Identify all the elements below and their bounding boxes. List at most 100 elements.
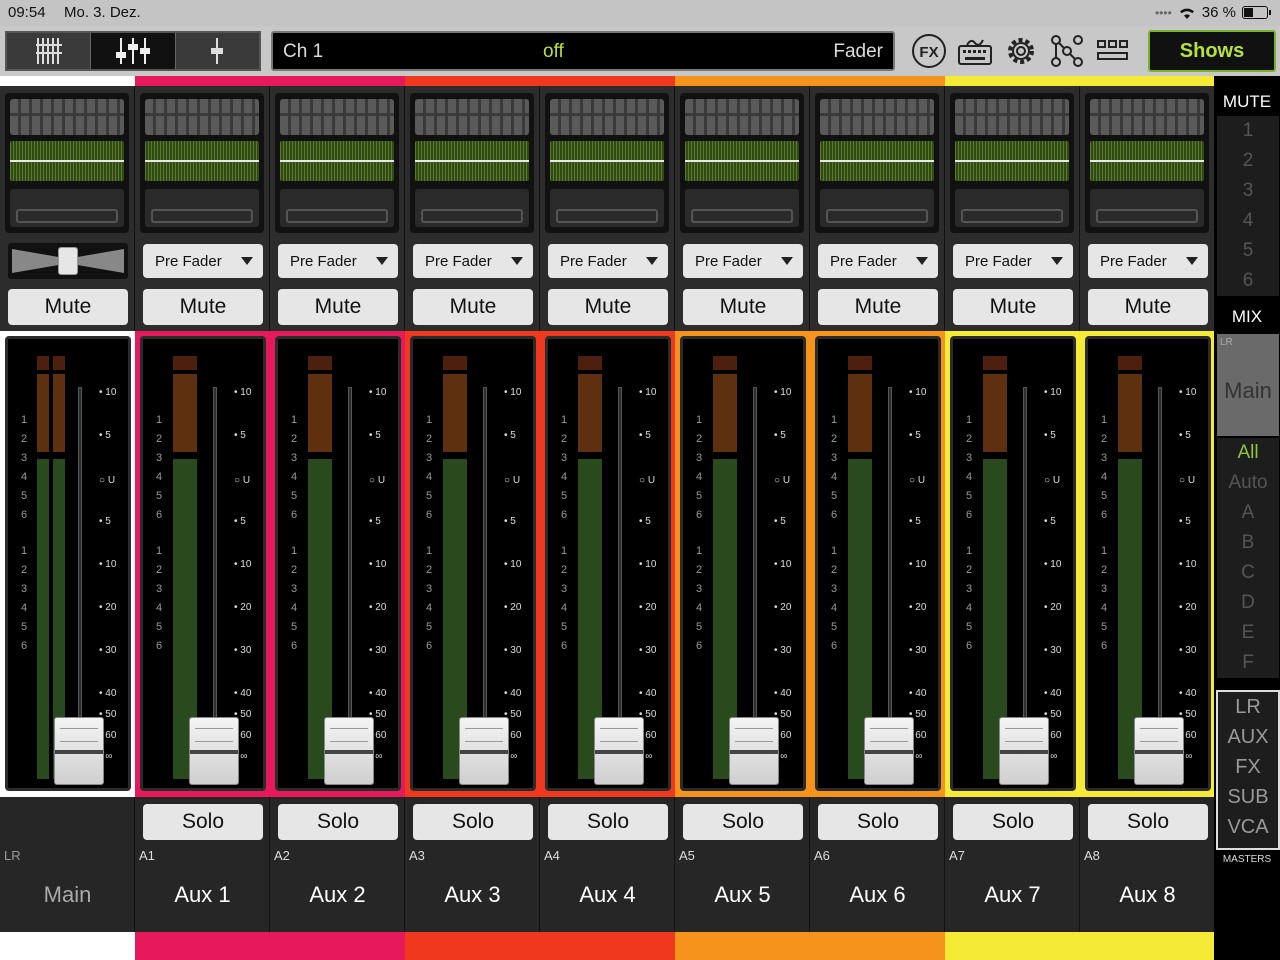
single-fader-button[interactable] (176, 33, 259, 69)
solo-button[interactable]: Solo (1088, 804, 1208, 840)
filter-a[interactable]: A (1217, 498, 1279, 528)
send-mode-select[interactable]: Pre Fader (413, 244, 533, 278)
fader-track[interactable] (78, 387, 82, 737)
fader-scale-mark: • 10 (234, 387, 252, 398)
filter-all[interactable]: All (1217, 438, 1279, 468)
send-mode-select[interactable]: Pre Fader (818, 244, 938, 278)
fader-track[interactable] (483, 387, 487, 737)
fader-cap[interactable] (459, 717, 509, 785)
mute-group-4[interactable]: 4 (1217, 206, 1279, 236)
channel-faders-button[interactable] (91, 33, 176, 69)
strip-name[interactable]: Aux 1 (135, 882, 270, 908)
mute-group-2[interactable]: 2 (1217, 146, 1279, 176)
eq-display[interactable] (410, 93, 534, 233)
strip-name[interactable]: Aux 7 (945, 882, 1080, 908)
shows-button[interactable]: Shows (1148, 30, 1276, 72)
solo-button[interactable]: Solo (143, 804, 263, 840)
strip-name[interactable]: Aux 5 (675, 882, 810, 908)
fader-cap[interactable] (189, 717, 239, 785)
channel-display[interactable]: Ch 1 off Fader (271, 31, 895, 71)
strip-name[interactable]: Main (0, 882, 135, 908)
filter-d[interactable]: D (1217, 588, 1279, 618)
filter-f[interactable]: F (1217, 648, 1279, 678)
fader-track[interactable] (213, 387, 217, 737)
strip-name[interactable]: Aux 8 (1080, 882, 1215, 908)
strip-name[interactable]: Aux 4 (540, 882, 675, 908)
fader-track[interactable] (753, 387, 757, 737)
mute-button[interactable]: Mute (8, 289, 128, 325)
eq-display[interactable] (545, 93, 669, 233)
layout-button[interactable] (1094, 32, 1132, 70)
fader-cap[interactable] (594, 717, 644, 785)
master-sub[interactable]: SUB (1218, 782, 1278, 812)
mute-group-5[interactable]: 5 (1217, 236, 1279, 266)
fx-button[interactable]: FX (910, 32, 948, 70)
strip-name[interactable]: Aux 3 (405, 882, 540, 908)
send-mode-select[interactable]: Pre Fader (548, 244, 668, 278)
mute-button[interactable]: Mute (953, 289, 1073, 325)
mute-button[interactable]: Mute (548, 289, 668, 325)
filter-e[interactable]: E (1217, 618, 1279, 648)
master-lr[interactable]: LR (1218, 692, 1278, 722)
master-aux[interactable]: AUX (1218, 722, 1278, 752)
fader-scale-mark: • 10 (504, 387, 522, 398)
meter-number: 5 (291, 490, 298, 502)
mute-group-3[interactable]: 3 (1217, 176, 1279, 206)
mute-button[interactable]: Mute (1088, 289, 1208, 325)
fader-track[interactable] (888, 387, 892, 737)
mute-button[interactable]: Mute (683, 289, 803, 325)
mute-button[interactable]: Mute (413, 289, 533, 325)
solo-button[interactable]: Solo (953, 804, 1073, 840)
solo-button[interactable]: Solo (683, 804, 803, 840)
mixer-overview-button[interactable] (7, 33, 92, 69)
patch-button[interactable] (1048, 32, 1086, 70)
fader-track[interactable] (1158, 387, 1162, 737)
meter-number: 1 (426, 414, 433, 426)
eq-display[interactable] (1085, 93, 1209, 233)
settings-button[interactable] (1002, 32, 1040, 70)
send-mode-select[interactable]: Pre Fader (1088, 244, 1208, 278)
pan-control[interactable] (8, 243, 128, 279)
send-mode-select[interactable]: Pre Fader (278, 244, 398, 278)
fader-cap[interactable] (54, 717, 104, 785)
fader-scale-label: 10 (1050, 387, 1062, 398)
mute-button[interactable]: Mute (818, 289, 938, 325)
fader-cap[interactable] (1134, 717, 1184, 785)
master-fx[interactable]: FX (1218, 752, 1278, 782)
send-mode-select[interactable]: Pre Fader (683, 244, 803, 278)
fader-scale-label: U (512, 475, 521, 486)
strip-name[interactable]: Aux 2 (270, 882, 405, 908)
fader-cap[interactable] (999, 717, 1049, 785)
fader-track[interactable] (1023, 387, 1027, 737)
meter-number: 1 (1101, 545, 1108, 557)
strip-name[interactable]: Aux 6 (810, 882, 945, 908)
eq-display[interactable] (950, 93, 1074, 233)
eq-display[interactable] (140, 93, 264, 233)
fader-cap[interactable] (729, 717, 779, 785)
send-mode-select[interactable]: Pre Fader (953, 244, 1073, 278)
eq-display[interactable] (275, 93, 399, 233)
eq-display[interactable] (680, 93, 804, 233)
mute-button[interactable]: Mute (143, 289, 263, 325)
pan-knob[interactable] (58, 247, 78, 275)
fader-cap[interactable] (324, 717, 374, 785)
solo-button[interactable]: Solo (413, 804, 533, 840)
solo-button[interactable]: Solo (278, 804, 398, 840)
solo-button[interactable]: Solo (818, 804, 938, 840)
fader-cap[interactable] (864, 717, 914, 785)
fader-track[interactable] (348, 387, 352, 737)
filter-auto[interactable]: Auto (1217, 468, 1279, 498)
solo-button[interactable]: Solo (548, 804, 668, 840)
mute-group-1[interactable]: 1 (1217, 116, 1279, 146)
send-mode-select[interactable]: Pre Fader (143, 244, 263, 278)
eq-display[interactable] (5, 93, 129, 233)
mute-group-6[interactable]: 6 (1217, 266, 1279, 296)
filter-b[interactable]: B (1217, 528, 1279, 558)
filter-c[interactable]: C (1217, 558, 1279, 588)
mute-button[interactable]: Mute (278, 289, 398, 325)
master-vca[interactable]: VCA (1218, 812, 1278, 842)
eq-display[interactable] (815, 93, 939, 233)
fader-track[interactable] (618, 387, 622, 737)
mix-main-button[interactable]: LR Main (1217, 334, 1279, 436)
keyboard-button[interactable] (956, 32, 994, 70)
